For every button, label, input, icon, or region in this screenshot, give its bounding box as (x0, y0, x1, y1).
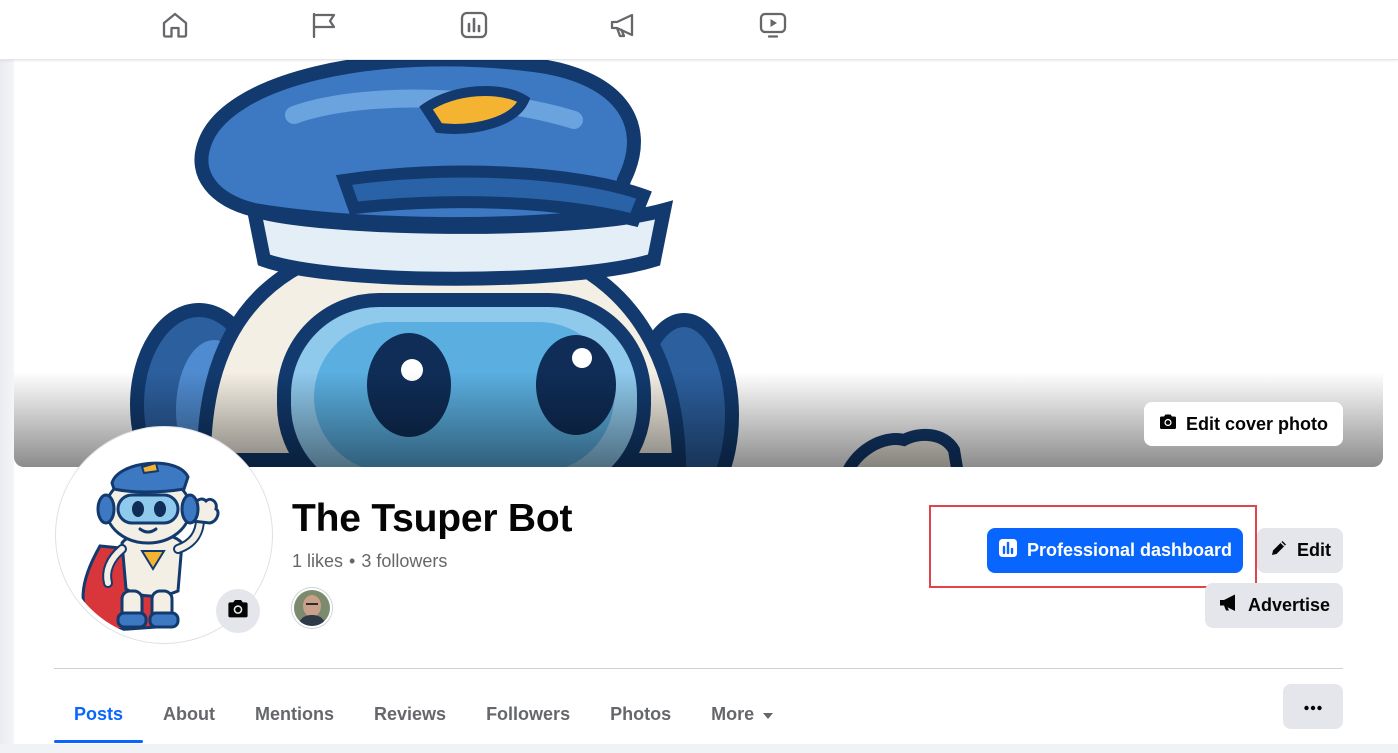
page-stats: 1 likes • 3 followers (292, 551, 447, 572)
home-icon[interactable] (160, 10, 190, 40)
follower-avatar[interactable] (292, 588, 332, 628)
cover-photo: Edit cover photo (14, 60, 1383, 467)
more-options-button[interactable] (1283, 684, 1343, 729)
professional-dashboard-label: Professional dashboard (1026, 540, 1233, 560)
top-navigation (0, 0, 1398, 60)
tab-photos-label: Photos (610, 703, 672, 724)
insights-icon[interactable] (459, 10, 489, 40)
left-page-edge (0, 60, 14, 753)
video-icon[interactable] (758, 10, 788, 40)
advertise-button[interactable]: Advertise (1205, 583, 1343, 628)
feed-background-edge (0, 744, 1398, 753)
tab-photos[interactable]: Photos (590, 684, 691, 744)
dashboard-icon (998, 538, 1018, 563)
tab-about[interactable]: About (143, 684, 235, 744)
tab-more-label: More (711, 703, 755, 724)
tab-mentions-label: Mentions (255, 703, 335, 724)
tab-about-label: About (163, 703, 216, 724)
pencil-icon (1269, 538, 1289, 563)
camera-icon (1158, 412, 1178, 437)
megaphone-icon (1218, 593, 1240, 618)
profile-divider (54, 668, 1343, 669)
edit-button[interactable]: Edit (1257, 528, 1343, 573)
advertise-label: Advertise (1247, 595, 1331, 615)
edit-label: Edit (1297, 540, 1331, 560)
likes-count[interactable]: 1 likes (292, 551, 343, 572)
tab-followers[interactable]: Followers (466, 684, 590, 744)
edit-cover-photo-label: Edit cover photo (1185, 413, 1328, 434)
followers-count[interactable]: 3 followers (361, 551, 447, 572)
tab-mentions[interactable]: Mentions (235, 684, 354, 744)
update-profile-picture-button[interactable] (216, 589, 260, 633)
tab-reviews-label: Reviews (374, 703, 447, 724)
caret-down-icon (762, 704, 774, 725)
ellipsis-icon (1304, 698, 1322, 716)
megaphone-icon[interactable] (608, 10, 638, 40)
tab-posts-label: Posts (74, 703, 124, 724)
flag-icon[interactable] (309, 10, 339, 40)
tab-posts[interactable]: Posts (54, 684, 144, 744)
tab-followers-label: Followers (486, 703, 571, 724)
stats-separator: • (349, 551, 356, 571)
camera-icon (226, 597, 250, 626)
tab-more[interactable]: More (691, 684, 794, 744)
edit-cover-photo-button[interactable]: Edit cover photo (1143, 402, 1343, 446)
page-tabs: Posts About Mentions Reviews Followers P… (54, 684, 794, 744)
tab-reviews[interactable]: Reviews (354, 684, 466, 744)
page-title: The Tsuper Bot (292, 497, 573, 540)
professional-dashboard-button[interactable]: Professional dashboard (987, 528, 1243, 573)
